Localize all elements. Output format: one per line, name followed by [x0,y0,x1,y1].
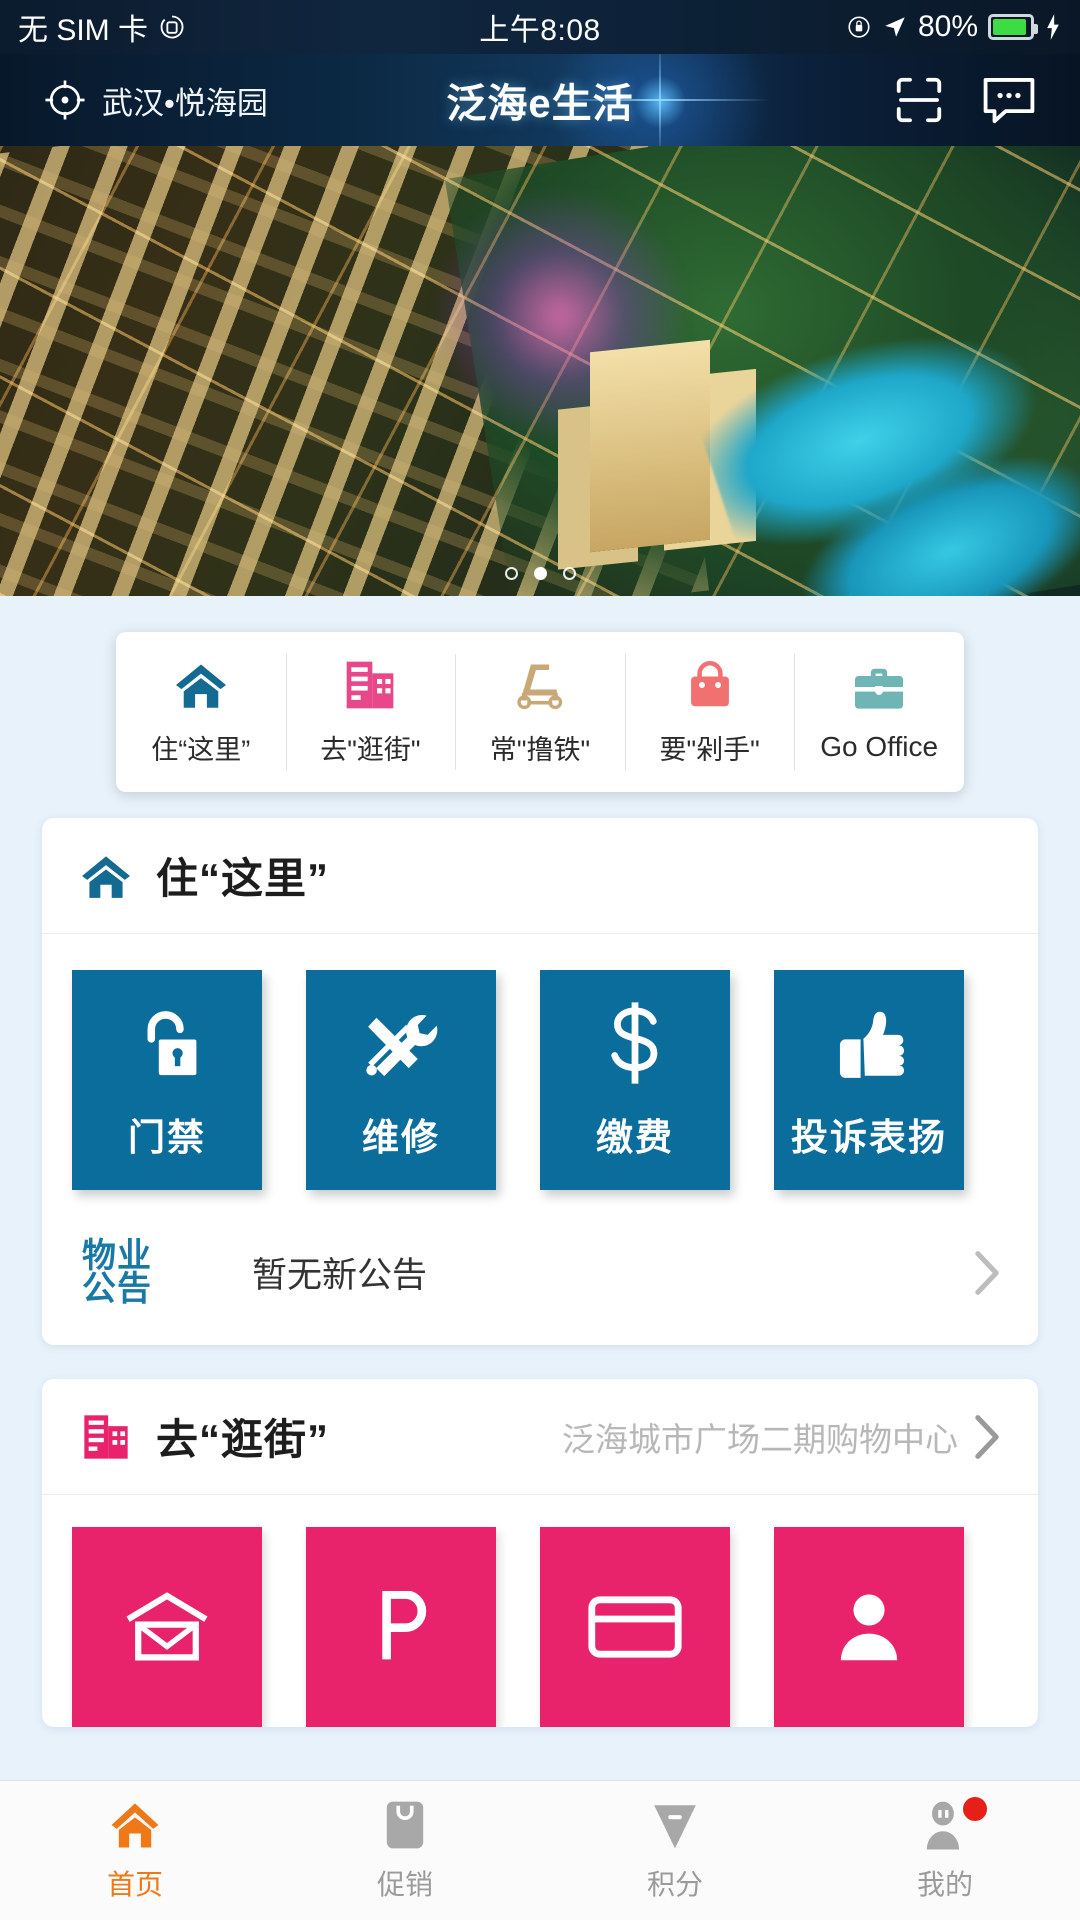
tile-label: 缴费 [596,1117,674,1158]
scan-qr-icon[interactable] [892,73,946,127]
building-icon [78,1412,134,1462]
tab-label: 积分 [646,1868,703,1900]
status-bar-left: 无 SIM 卡 [18,5,186,49]
live-here-title: 住“这里” [156,855,330,902]
unlock-icon [126,999,208,1087]
tile-payment[interactable]: 缴费 [540,970,730,1190]
tile-repair[interactable]: 维修 [306,970,496,1190]
carousel-dots[interactable] [0,567,1080,580]
battery-icon [988,14,1038,40]
quick-nav-label: 要"剁手" [659,734,760,765]
points-icon [650,1799,700,1851]
tab-promotions[interactable]: 促销 [270,1781,540,1920]
shop-tile-store[interactable] [72,1527,262,1728]
tab-label: 我的 [916,1868,973,1900]
chevron-right-icon [972,1250,1002,1296]
tile-label: 投诉表扬 [791,1117,947,1158]
header-actions [892,73,1038,127]
building-icon [339,658,401,712]
main-content: 住“这里” 门禁 维修 缴费 投诉表扬 物业 公告 暂无新公告 去“逛街” 泛海… [0,818,1080,1920]
battery-percent-label: 80% [917,10,978,43]
live-here-header[interactable]: 住“这里” [42,818,1038,934]
notice-text: 暂无新公告 [252,1256,428,1296]
quick-nav-item-buy[interactable]: 要"剁手" [624,632,795,792]
carousel-dot-active[interactable] [533,567,547,580]
property-notice-badge: 物业 公告 [82,1237,194,1308]
shopping-tiles [42,1495,1038,1728]
chevron-right-icon [972,1414,1002,1460]
quick-nav-item-shopping[interactable]: 去"逛街" [285,632,456,792]
profile-icon [919,1796,987,1851]
quick-nav-label: 去"逛街" [320,734,421,765]
briefcase-icon [848,661,910,715]
treadmill-icon [509,658,571,712]
tile-label: 维修 [362,1117,440,1158]
card-icon [588,1596,682,1658]
shop-tile-card[interactable] [540,1527,730,1728]
status-bar-right: 80% [846,10,1062,44]
quick-nav-label: Go Office [820,731,939,762]
quick-nav-item-gym[interactable]: 常"撸铁" [455,632,625,792]
tab-label: 促销 [376,1868,433,1900]
carousel-dot[interactable] [562,567,576,580]
shopping-header[interactable]: 去“逛街” 泛海城市广场二期购物中心 [42,1379,1038,1496]
live-here-tiles: 门禁 维修 缴费 投诉表扬 [42,934,1038,1224]
dollar-icon [600,999,670,1087]
home-icon [108,1799,162,1851]
tab-home[interactable]: 首页 [0,1781,270,1920]
tab-profile[interactable]: 我的 [810,1781,1080,1920]
status-bar: 无 SIM 卡 上午8:08 80% [0,0,1080,54]
shopping-card: 去“逛街” 泛海城市广场二期购物中心 [42,1379,1038,1728]
carrier-label: 无 SIM 卡 [18,14,149,47]
notice-badge-line1: 物业 [82,1237,152,1275]
store-icon [126,1592,208,1661]
carousel-dot[interactable] [504,567,518,580]
tile-access-control[interactable]: 门禁 [72,970,262,1190]
person-icon [840,1594,898,1661]
shopping-subtitle: 泛海城市广场二期购物中心 [562,1420,958,1458]
chat-bubble-icon[interactable] [980,73,1038,127]
bottom-tab-bar: 首页 促销 积分 我的 [0,1780,1080,1920]
property-notice-row[interactable]: 物业 公告 暂无新公告 [42,1224,1038,1345]
quick-nav-label: 常"撸铁" [489,734,591,765]
orientation-lock-icon [848,16,870,38]
shop-tile-member[interactable] [774,1527,964,1728]
tag-icon [383,1799,427,1851]
tools-icon [358,999,444,1087]
hero-carousel[interactable] [0,146,1080,596]
tile-label: 门禁 [128,1117,206,1158]
handbag-icon [679,658,741,712]
quick-nav-label: 住“这里” [151,734,251,765]
app-root: 无 SIM 卡 上午8:08 80% 武汉•悦海园 泛海e生活 住“这里” 去"… [0,0,1080,1920]
thumbs-up-icon [827,999,911,1087]
app-header: 武汉•悦海园 泛海e生活 [0,54,1080,146]
rotation-lock-icon [160,15,184,39]
tab-label: 首页 [106,1868,163,1900]
hero-image-aerial-city [0,146,1080,596]
parking-icon [382,1591,427,1660]
quick-nav-card: 住“这里” 去"逛街" 常"撸铁" 要"剁手" Go Office [116,632,964,792]
shopping-title: 去“逛街” [156,1416,330,1464]
notification-badge [963,1796,987,1821]
live-here-card: 住“这里” 门禁 维修 缴费 投诉表扬 物业 公告 暂无新公告 [42,818,1038,1346]
notice-badge-line2: 公告 [82,1269,152,1308]
lightning-bolt-icon [1047,14,1059,40]
home-icon [170,658,232,712]
quick-nav-item-live-here[interactable]: 住“这里” [116,632,286,792]
location-arrow-icon [885,17,905,37]
home-icon [78,851,134,901]
quick-nav-item-go-office[interactable]: Go Office [794,632,964,792]
shop-tile-parking[interactable] [306,1527,496,1728]
tile-feedback[interactable]: 投诉表扬 [774,970,964,1190]
tab-points[interactable]: 积分 [540,1781,810,1920]
